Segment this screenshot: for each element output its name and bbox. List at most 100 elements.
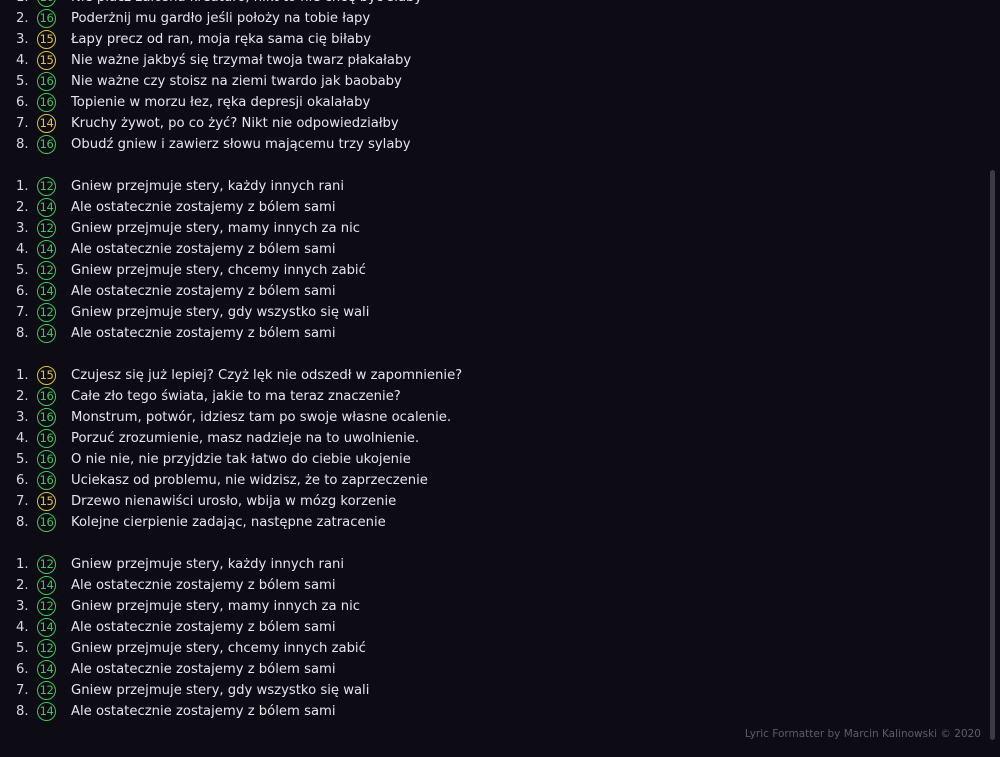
line-number: 2.: [16, 200, 29, 215]
line-number: 8.: [16, 326, 29, 341]
syllable-count-badge: 15: [37, 30, 56, 49]
syllable-count-badge: 16: [37, 408, 56, 427]
lyric-line: 6. 14 Ale ostatecznie zostajemy z bólem sa…: [0, 659, 990, 680]
syllable-count-badge: 14: [37, 702, 56, 721]
syllable-count-badge: 16: [37, 471, 56, 490]
lyric-line: 7. 12 Gniew przejmuje stery, gdy wszystko …: [0, 680, 990, 701]
lyric-text: Gniew przejmuje stery, chcemy innych zab…: [71, 263, 366, 278]
line-number: 4.: [16, 242, 29, 257]
lyric-text: Całe zło tego świata, jakie to ma teraz …: [71, 389, 401, 404]
lyric-line: 3. 12 Gniew przejmuje stery, mamy innych z…: [0, 596, 990, 617]
syllable-count-badge: 16: [37, 0, 56, 7]
syllable-count-badge: 16: [37, 429, 56, 448]
syllable-count-badge: 12: [37, 555, 56, 574]
lyric-line: 3. 15 Łapy precz od ran, moja ręka sama ci…: [0, 29, 990, 50]
line-number: 6.: [16, 662, 29, 677]
lyric-text: Drzewo nienawiści urosło, wbija w mózg k…: [71, 494, 397, 509]
syllable-count-badge: 16: [37, 450, 56, 469]
lyric-line: 3. 16 Monstrum, potwór, idziesz tam po swo…: [0, 407, 990, 428]
lyric-text: Kolejne cierpienie zadając, następne zat…: [71, 515, 386, 530]
line-number: 3.: [16, 410, 29, 425]
lyric-line: 2. 16 Poderżnij mu gardło jeśli położy na …: [0, 8, 990, 29]
syllable-count-badge: 12: [37, 303, 56, 322]
lyric-text: Gniew przejmuje stery, chcemy innych zab…: [71, 641, 366, 656]
syllable-count-badge: 14: [37, 198, 56, 217]
stanza: 1. 12 Gniew przejmuje stery, każdy innych …: [0, 176, 990, 344]
lyric-line: 2. 14 Ale ostatecznie zostajemy z bólem sa…: [0, 197, 990, 218]
lyric-text: Nie ważne czy stoisz na ziemi twardo jak…: [71, 74, 402, 89]
lyric-text: Ale ostatecznie zostajemy z bólem sami: [71, 662, 336, 677]
lyric-line: 5. 12 Gniew przejmuje stery, chcemy innych…: [0, 638, 990, 659]
lyric-text: Topienie w morzu łez, ręka depresji okal…: [71, 95, 371, 110]
lyric-text: Czujesz się już lepiej? Czyż lęk nie ods…: [71, 368, 463, 383]
lyric-line: 6. 16 Topienie w morzu łez, ręka depresji …: [0, 92, 990, 113]
lyric-line: 6. 16 Uciekasz od problemu, nie widzisz, ż…: [0, 470, 990, 491]
lyrics-list: 1.16Nie płacz żałosna kreaturo, nikt to …: [0, 0, 990, 722]
syllable-count-badge: 12: [37, 219, 56, 238]
line-number: 6.: [16, 473, 29, 488]
syllable-count-badge: 14: [37, 660, 56, 679]
lyric-text: Gniew przejmuje stery, każdy innych rani: [71, 179, 345, 194]
lyric-text: Nie ważne jakbyś się trzymał twoja twarz…: [71, 53, 412, 68]
line-number: 8.: [16, 137, 29, 152]
syllable-count-badge: 12: [37, 177, 56, 196]
syllable-count-badge: 14: [37, 576, 56, 595]
syllable-count-badge: 14: [37, 324, 56, 343]
lyric-text: Porzuć zrozumienie, masz nadzieje na to …: [71, 431, 420, 446]
line-number: 7.: [16, 494, 29, 509]
lyric-text: Obudź gniew i zawierz słowu mającemu trz…: [71, 137, 411, 152]
line-number: 7.: [16, 305, 29, 320]
line-number: 4.: [16, 431, 29, 446]
syllable-count-badge: 15: [37, 51, 56, 70]
line-number: 6.: [16, 95, 29, 110]
line-number: 1.: [16, 179, 29, 194]
lyric-text: Ale ostatecznie zostajemy z bólem sami: [71, 578, 336, 593]
lyric-line: 4. 14 Ale ostatecznie zostajemy z bólem sa…: [0, 617, 990, 638]
lyric-line: 5. 16 O nie nie, nie przyjdzie tak łatwo d…: [0, 449, 990, 470]
lyric-text: Ale ostatecznie zostajemy z bólem sami: [71, 326, 336, 341]
syllable-count-badge: 12: [37, 597, 56, 616]
syllable-count-badge: 15: [37, 366, 56, 385]
lyric-line: 5. 12 Gniew przejmuje stery, chcemy innych…: [0, 260, 990, 281]
lyrics-view: 1.16Nie płacz żałosna kreaturo, nikt to …: [0, 0, 990, 757]
lyric-text: Uciekasz od problemu, nie widzisz, że to…: [71, 473, 428, 488]
lyric-text: Gniew przejmuje stery, mamy innych za ni…: [71, 221, 360, 236]
syllable-count-badge: 14: [37, 114, 56, 133]
syllable-count-badge: 15: [37, 492, 56, 511]
vertical-scrollbar[interactable]: [990, 0, 997, 757]
lyric-line: 2. 14 Ale ostatecznie zostajemy z bólem sa…: [0, 575, 990, 596]
lyric-line: 1. 12 Gniew przejmuje stery, każdy innych …: [0, 176, 990, 197]
line-number: 4.: [16, 53, 29, 68]
line-number: 3.: [16, 221, 29, 236]
lyric-text: Kruchy żywot, po co żyć? Nikt nie odpowi…: [71, 116, 399, 131]
line-number: 8.: [16, 704, 29, 719]
line-number: 7.: [16, 116, 29, 131]
lyric-line: 7. 15 Drzewo nienawiści urosło, wbija w mó…: [0, 491, 990, 512]
syllable-count-badge: 16: [37, 513, 56, 532]
lyric-text: O nie nie, nie przyjdzie tak łatwo do ci…: [71, 452, 411, 467]
line-number: 5.: [16, 452, 29, 467]
syllable-count-badge: 16: [37, 72, 56, 91]
lyric-line: 3. 12 Gniew przejmuje stery, mamy innych z…: [0, 218, 990, 239]
line-number: 7.: [16, 683, 29, 698]
lyric-line: 7. 14 Kruchy żywot, po co żyć? Nikt nie od…: [0, 113, 990, 134]
line-number: 5.: [16, 641, 29, 656]
scrollbar-thumb[interactable]: [990, 170, 995, 740]
stanza: 1.16Nie płacz żałosna kreaturo, nikt to …: [0, 0, 990, 155]
line-number: 2.: [16, 389, 29, 404]
line-number: 8.: [16, 515, 29, 530]
line-number: 2.: [16, 11, 29, 26]
lyric-text: Ale ostatecznie zostajemy z bólem sami: [71, 200, 336, 215]
syllable-count-badge: 12: [37, 681, 56, 700]
lyric-text: Gniew przejmuje stery, mamy innych za ni…: [71, 599, 360, 614]
lyric-line: 8. 16 Obudź gniew i zawierz słowu mającemu…: [0, 134, 990, 155]
line-number: 1.: [16, 0, 36, 8]
line-number: 5.: [16, 74, 29, 89]
lyric-line: 1.16 Nie płacz żałosna kreaturo, nikt to …: [0, 0, 990, 8]
stanza: 1. 15 Czujesz się już lepiej? Czyż lęk nie…: [0, 365, 990, 533]
lyric-text: Gniew przejmuje stery, każdy innych rani: [71, 557, 345, 572]
line-number: 2.: [16, 578, 29, 593]
lyric-text: Ale ostatecznie zostajemy z bólem sami: [71, 704, 336, 719]
stanza: 1. 12 Gniew przejmuje stery, każdy innych …: [0, 554, 990, 722]
syllable-count-badge: 14: [37, 618, 56, 637]
